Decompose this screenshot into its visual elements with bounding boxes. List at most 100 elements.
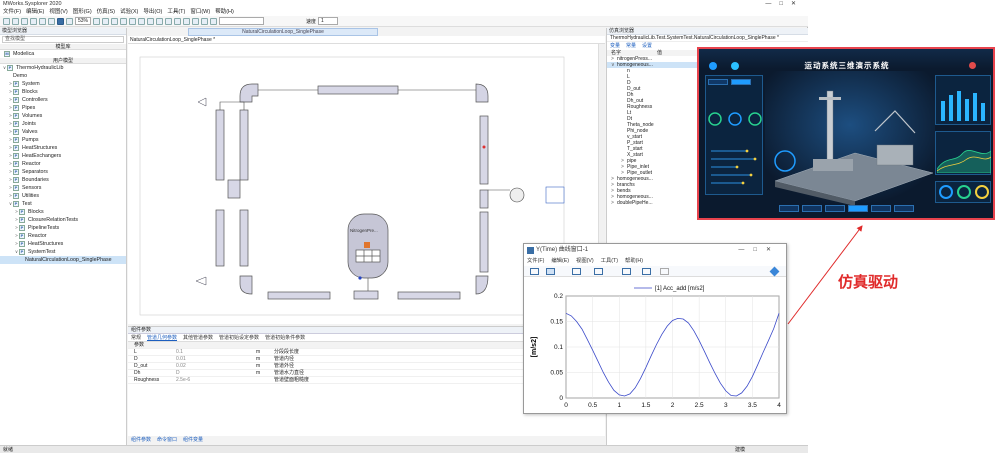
viz-button-1[interactable] (779, 205, 799, 212)
tree-item[interactable]: > P Valves (0, 128, 126, 136)
tree-item[interactable]: > P Pipes (0, 104, 126, 112)
tree-item[interactable]: > P ClosureRelationTests (0, 216, 126, 224)
pause-icon[interactable] (192, 17, 200, 25)
ellipse-tool-icon[interactable] (111, 17, 119, 25)
polygon-tool-icon[interactable] (120, 17, 128, 25)
tree-item[interactable]: > P Joints (0, 120, 126, 128)
tree-item[interactable]: ∨ P SystemTest (0, 248, 126, 256)
expand-icon[interactable]: > (611, 200, 614, 206)
plot-menu-item[interactable]: 文件(F) (527, 258, 544, 264)
tree-item[interactable]: > P Reactor (0, 160, 126, 168)
params-tab[interactable]: 管道几何参数 (147, 335, 177, 341)
menu-item[interactable]: 图形(G) (73, 9, 92, 15)
zoom-select[interactable]: 53% (75, 17, 92, 25)
tree-item[interactable]: > P Pumps (0, 136, 126, 144)
grid-toggle-icon[interactable] (546, 268, 555, 275)
tree-item[interactable]: > P Blocks (0, 208, 126, 216)
image-tool-icon[interactable] (138, 17, 146, 25)
simulate-icon[interactable] (165, 17, 173, 25)
rect-tool-icon[interactable] (102, 17, 110, 25)
bottom-tab[interactable]: 命令窗口 (157, 437, 177, 443)
viz-button-3[interactable] (825, 205, 845, 212)
tree-root-modelica[interactable]: M Modelica (0, 50, 126, 58)
zoom-fit-icon[interactable] (530, 268, 539, 275)
animation-icon[interactable] (210, 17, 218, 25)
menu-item[interactable]: 视图(V) (49, 9, 67, 15)
viz-chip-2[interactable] (731, 79, 751, 85)
viz-button-4[interactable] (848, 205, 868, 212)
plot-menu-item[interactable]: 编辑(E) (551, 258, 569, 264)
check-icon[interactable] (48, 17, 55, 25)
step-icon[interactable] (201, 17, 209, 25)
open-icon[interactable] (12, 17, 19, 25)
bottom-tab[interactable]: 组件变量 (183, 437, 203, 443)
param-value[interactable]: 0.01 (176, 356, 186, 363)
param-value[interactable]: 0.1 (176, 349, 183, 356)
viz-button-5[interactable] (871, 205, 891, 212)
param-value[interactable]: 2.5e-6 (176, 377, 190, 384)
params-tab[interactable]: 其他管道参数 (183, 335, 213, 341)
menu-item[interactable]: 导出(O) (143, 9, 162, 15)
menu-item[interactable]: 文件(F) (3, 9, 21, 15)
tree-item[interactable]: > P HeatStructures (0, 144, 126, 152)
plot-chart[interactable]: 0 0.5 1 1.5 2 2.5 3 3.5 4 0 0.05 0.1 0.15 0.2 [m/s2] [1… (524, 278, 786, 413)
menu-item[interactable]: 编辑(E) (26, 9, 44, 15)
text-tool-icon[interactable] (129, 17, 137, 25)
stop-icon[interactable] (174, 17, 182, 25)
tree-item[interactable]: > P Reactor (0, 232, 126, 240)
tree-item[interactable]: > P Volumes (0, 112, 126, 120)
viz-chip-1[interactable] (708, 79, 728, 85)
tree-item[interactable]: > P Controllers (0, 96, 126, 104)
tree-item[interactable]: > P Separators (0, 168, 126, 176)
curve-icon[interactable] (572, 268, 581, 275)
tree-item[interactable]: > P HeatStructures (0, 240, 126, 248)
info-icon[interactable] (57, 17, 64, 25)
sim-tab[interactable]: 常量 (626, 43, 636, 49)
menu-item[interactable]: 仿真(S) (97, 9, 115, 15)
tree-item[interactable]: > P PipelineTests (0, 224, 126, 232)
param-value[interactable]: 0.02 (176, 363, 186, 370)
save-icon[interactable] (21, 17, 28, 25)
document-tab[interactable]: NaturalCirculationLoop_SinglePhase (188, 28, 378, 36)
window-buttons[interactable]: —□✕ (765, 0, 804, 8)
bottom-tab[interactable]: 组件参数 (131, 437, 151, 443)
params-tab[interactable]: 管道初始设定参数 (219, 335, 259, 341)
tree-item[interactable]: ∨ P Test (0, 200, 126, 208)
tree-item[interactable]: ∨ P ThermoHydraulicLib (0, 64, 126, 72)
window-icon[interactable] (642, 268, 651, 275)
speed-select[interactable]: 1 (318, 17, 339, 25)
line-tool-icon[interactable] (93, 17, 101, 25)
line-color-icon[interactable] (147, 17, 155, 25)
plot-menu-item[interactable]: 帮助(H) (625, 258, 643, 264)
menu-item[interactable]: 工具(T) (167, 9, 185, 15)
tree-item[interactable]: > P Utilities (0, 192, 126, 200)
tree-item[interactable]: > P Blocks (0, 88, 126, 96)
tree-item[interactable]: NaturalCirculationLoop_SinglePhase (0, 256, 126, 264)
sim-tab[interactable]: 设置 (642, 43, 652, 49)
undo-icon[interactable] (30, 17, 37, 25)
curve-style-icon[interactable] (594, 268, 603, 275)
tree-item[interactable]: > P System (0, 80, 126, 88)
new-icon[interactable] (3, 17, 10, 25)
redo-icon[interactable] (39, 17, 46, 25)
menu-item[interactable]: 窗口(W) (190, 9, 210, 15)
tree-item[interactable]: > P Sensors (0, 184, 126, 192)
tree-item[interactable]: Demo (0, 72, 126, 80)
plot-window-buttons[interactable]: —□✕ (738, 246, 780, 253)
menu-item[interactable]: 试验(X) (120, 9, 138, 15)
param-value[interactable]: D (176, 370, 180, 377)
model-search-input[interactable]: 查找模型 (2, 36, 124, 43)
cursor-icon[interactable] (622, 268, 631, 275)
grid-icon[interactable] (66, 17, 73, 25)
plot-menu-item[interactable]: 工具(T) (601, 258, 618, 264)
sim-tab[interactable]: 变量 (610, 43, 620, 49)
viz-button-2[interactable] (802, 205, 822, 212)
menu-item[interactable]: 帮助(H) (215, 9, 234, 15)
plot-menu-item[interactable]: 视图(V) (576, 258, 594, 264)
params-tab[interactable]: 常规 (131, 335, 141, 341)
tree-item[interactable]: > P HeatExchangers (0, 152, 126, 160)
pin-icon[interactable] (769, 266, 780, 277)
fill-color-icon[interactable] (156, 17, 164, 25)
params-tab[interactable]: 管道初始条件参数 (265, 335, 305, 341)
tree-item[interactable]: > P Boundaries (0, 176, 126, 184)
